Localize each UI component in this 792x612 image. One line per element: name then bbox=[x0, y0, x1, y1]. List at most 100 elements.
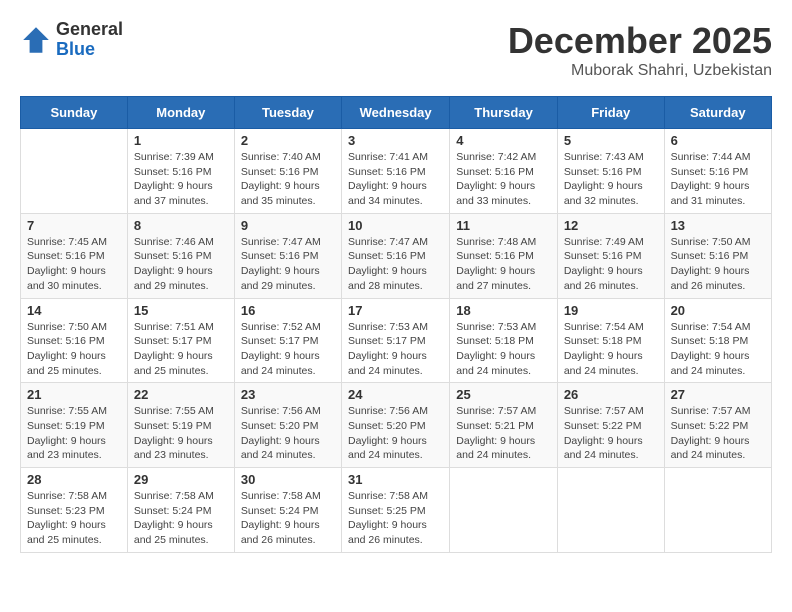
day-info: Sunrise: 7:40 AM Sunset: 5:16 PM Dayligh… bbox=[241, 150, 335, 209]
calendar-cell: 19 Sunrise: 7:54 AM Sunset: 5:18 PM Dayli… bbox=[557, 298, 664, 383]
calendar-body: 1Sunrise: 7:39 AM Sunset: 5:16 PM Daylig… bbox=[21, 129, 772, 553]
day-info: Sunrise: 7:45 AM Sunset: 5:16 PM Dayligh… bbox=[27, 235, 121, 294]
calendar-cell: 17Sunrise: 7:53 AM Sunset: 5:17 PM Dayli… bbox=[341, 298, 449, 383]
calendar-cell bbox=[557, 468, 664, 553]
calendar-cell: 18 Sunrise: 7:53 AM Sunset: 5:18 PM Dayli… bbox=[450, 298, 558, 383]
day-info: Sunrise: 7:51 AM Sunset: 5:17 PM Dayligh… bbox=[134, 320, 228, 379]
day-info: Sunrise: 7:48 AM Sunset: 5:16 PM Dayligh… bbox=[456, 235, 551, 294]
calendar-cell: 2 Sunrise: 7:40 AM Sunset: 5:16 PM Daylig… bbox=[234, 129, 341, 214]
day-number: 5 bbox=[564, 133, 658, 148]
day-number: 20 bbox=[671, 303, 765, 318]
calendar-week-4: 21 Sunrise: 7:55 AM Sunset: 5:19 PM Dayli… bbox=[21, 383, 772, 468]
calendar-week-3: 14Sunrise: 7:50 AM Sunset: 5:16 PM Dayli… bbox=[21, 298, 772, 383]
calendar-cell: 12Sunrise: 7:49 AM Sunset: 5:16 PM Dayli… bbox=[557, 213, 664, 298]
day-info: Sunrise: 7:58 AM Sunset: 5:24 PM Dayligh… bbox=[134, 489, 228, 548]
day-info: Sunrise: 7:47 AM Sunset: 5:16 PM Dayligh… bbox=[348, 235, 443, 294]
calendar-cell: 21Sunrise: 7:55 AM Sunset: 5:19 PM Dayli… bbox=[21, 383, 128, 468]
day-number: 21 bbox=[27, 387, 121, 402]
calendar-cell: 11 Sunrise: 7:48 AM Sunset: 5:16 PM Dayli… bbox=[450, 213, 558, 298]
day-info: Sunrise: 7:56 AM Sunset: 5:20 PM Dayligh… bbox=[241, 404, 335, 463]
calendar-cell: 4 Sunrise: 7:42 AM Sunset: 5:16 PM Daylig… bbox=[450, 129, 558, 214]
day-info: Sunrise: 7:52 AM Sunset: 5:17 PM Dayligh… bbox=[241, 320, 335, 379]
day-number: 9 bbox=[241, 218, 335, 233]
day-info: Sunrise: 7:42 AM Sunset: 5:16 PM Dayligh… bbox=[456, 150, 551, 209]
logo-text: General Blue bbox=[56, 20, 123, 60]
calendar-cell: 3Sunrise: 7:41 AM Sunset: 5:16 PM Daylig… bbox=[341, 129, 449, 214]
day-number: 4 bbox=[456, 133, 551, 148]
day-number: 16 bbox=[241, 303, 335, 318]
day-info: Sunrise: 7:58 AM Sunset: 5:24 PM Dayligh… bbox=[241, 489, 335, 548]
day-number: 6 bbox=[671, 133, 765, 148]
day-number: 29 bbox=[134, 472, 228, 487]
header-day-wednesday: Wednesday bbox=[341, 97, 449, 129]
calendar-cell: 14Sunrise: 7:50 AM Sunset: 5:16 PM Dayli… bbox=[21, 298, 128, 383]
calendar-cell: 6 Sunrise: 7:44 AM Sunset: 5:16 PM Daylig… bbox=[664, 129, 771, 214]
day-number: 2 bbox=[241, 133, 335, 148]
day-number: 11 bbox=[456, 218, 551, 233]
logo-blue-text: Blue bbox=[56, 40, 123, 60]
day-info: Sunrise: 7:46 AM Sunset: 5:16 PM Dayligh… bbox=[134, 235, 228, 294]
title-section: December 2025 Muborak Shahri, Uzbekistan bbox=[508, 20, 772, 80]
header-day-saturday: Saturday bbox=[664, 97, 771, 129]
calendar-cell: 1Sunrise: 7:39 AM Sunset: 5:16 PM Daylig… bbox=[127, 129, 234, 214]
day-info: Sunrise: 7:49 AM Sunset: 5:16 PM Dayligh… bbox=[564, 235, 658, 294]
logo-general-text: General bbox=[56, 20, 123, 40]
day-number: 26 bbox=[564, 387, 658, 402]
header-day-tuesday: Tuesday bbox=[234, 97, 341, 129]
day-number: 3 bbox=[348, 133, 443, 148]
calendar-week-1: 1Sunrise: 7:39 AM Sunset: 5:16 PM Daylig… bbox=[21, 129, 772, 214]
page-header: General Blue December 2025 Muborak Shahr… bbox=[20, 20, 772, 80]
calendar-cell: 7Sunrise: 7:45 AM Sunset: 5:16 PM Daylig… bbox=[21, 213, 128, 298]
calendar-cell: 24Sunrise: 7:56 AM Sunset: 5:20 PM Dayli… bbox=[341, 383, 449, 468]
calendar-cell: 22 Sunrise: 7:55 AM Sunset: 5:19 PM Dayli… bbox=[127, 383, 234, 468]
calendar-cell: 23 Sunrise: 7:56 AM Sunset: 5:20 PM Dayli… bbox=[234, 383, 341, 468]
header-day-monday: Monday bbox=[127, 97, 234, 129]
day-number: 1 bbox=[134, 133, 228, 148]
calendar-header-row: SundayMondayTuesdayWednesdayThursdayFrid… bbox=[21, 97, 772, 129]
calendar-cell: 25 Sunrise: 7:57 AM Sunset: 5:21 PM Dayli… bbox=[450, 383, 558, 468]
day-number: 31 bbox=[348, 472, 443, 487]
day-number: 13 bbox=[671, 218, 765, 233]
day-info: Sunrise: 7:53 AM Sunset: 5:17 PM Dayligh… bbox=[348, 320, 443, 379]
location-subtitle: Muborak Shahri, Uzbekistan bbox=[508, 62, 772, 80]
day-number: 10 bbox=[348, 218, 443, 233]
header-day-sunday: Sunday bbox=[21, 97, 128, 129]
day-info: Sunrise: 7:44 AM Sunset: 5:16 PM Dayligh… bbox=[671, 150, 765, 209]
day-number: 28 bbox=[27, 472, 121, 487]
header-day-friday: Friday bbox=[557, 97, 664, 129]
day-number: 8 bbox=[134, 218, 228, 233]
header-day-thursday: Thursday bbox=[450, 97, 558, 129]
calendar-cell: 5 Sunrise: 7:43 AM Sunset: 5:16 PM Daylig… bbox=[557, 129, 664, 214]
calendar-cell: 9 Sunrise: 7:47 AM Sunset: 5:16 PM Daylig… bbox=[234, 213, 341, 298]
calendar-cell: 26 Sunrise: 7:57 AM Sunset: 5:22 PM Dayli… bbox=[557, 383, 664, 468]
day-info: Sunrise: 7:53 AM Sunset: 5:18 PM Dayligh… bbox=[456, 320, 551, 379]
day-number: 25 bbox=[456, 387, 551, 402]
day-number: 27 bbox=[671, 387, 765, 402]
calendar-cell: 27Sunrise: 7:57 AM Sunset: 5:22 PM Dayli… bbox=[664, 383, 771, 468]
day-info: Sunrise: 7:57 AM Sunset: 5:22 PM Dayligh… bbox=[564, 404, 658, 463]
day-info: Sunrise: 7:50 AM Sunset: 5:16 PM Dayligh… bbox=[671, 235, 765, 294]
day-info: Sunrise: 7:50 AM Sunset: 5:16 PM Dayligh… bbox=[27, 320, 121, 379]
day-info: Sunrise: 7:54 AM Sunset: 5:18 PM Dayligh… bbox=[564, 320, 658, 379]
calendar-cell: 31 Sunrise: 7:58 AM Sunset: 5:25 PM Dayli… bbox=[341, 468, 449, 553]
day-info: Sunrise: 7:58 AM Sunset: 5:25 PM Dayligh… bbox=[348, 489, 443, 548]
calendar-cell: 28Sunrise: 7:58 AM Sunset: 5:23 PM Dayli… bbox=[21, 468, 128, 553]
day-number: 18 bbox=[456, 303, 551, 318]
day-number: 23 bbox=[241, 387, 335, 402]
calendar-cell bbox=[21, 129, 128, 214]
calendar-week-5: 28Sunrise: 7:58 AM Sunset: 5:23 PM Dayli… bbox=[21, 468, 772, 553]
day-info: Sunrise: 7:55 AM Sunset: 5:19 PM Dayligh… bbox=[134, 404, 228, 463]
calendar-table: SundayMondayTuesdayWednesdayThursdayFrid… bbox=[20, 96, 772, 553]
calendar-cell: 29 Sunrise: 7:58 AM Sunset: 5:24 PM Dayli… bbox=[127, 468, 234, 553]
day-number: 30 bbox=[241, 472, 335, 487]
day-number: 19 bbox=[564, 303, 658, 318]
calendar-cell: 30 Sunrise: 7:58 AM Sunset: 5:24 PM Dayli… bbox=[234, 468, 341, 553]
day-number: 22 bbox=[134, 387, 228, 402]
day-number: 15 bbox=[134, 303, 228, 318]
calendar-week-2: 7Sunrise: 7:45 AM Sunset: 5:16 PM Daylig… bbox=[21, 213, 772, 298]
day-info: Sunrise: 7:43 AM Sunset: 5:16 PM Dayligh… bbox=[564, 150, 658, 209]
day-info: Sunrise: 7:47 AM Sunset: 5:16 PM Dayligh… bbox=[241, 235, 335, 294]
logo-icon bbox=[20, 24, 52, 56]
day-number: 24 bbox=[348, 387, 443, 402]
day-info: Sunrise: 7:57 AM Sunset: 5:21 PM Dayligh… bbox=[456, 404, 551, 463]
